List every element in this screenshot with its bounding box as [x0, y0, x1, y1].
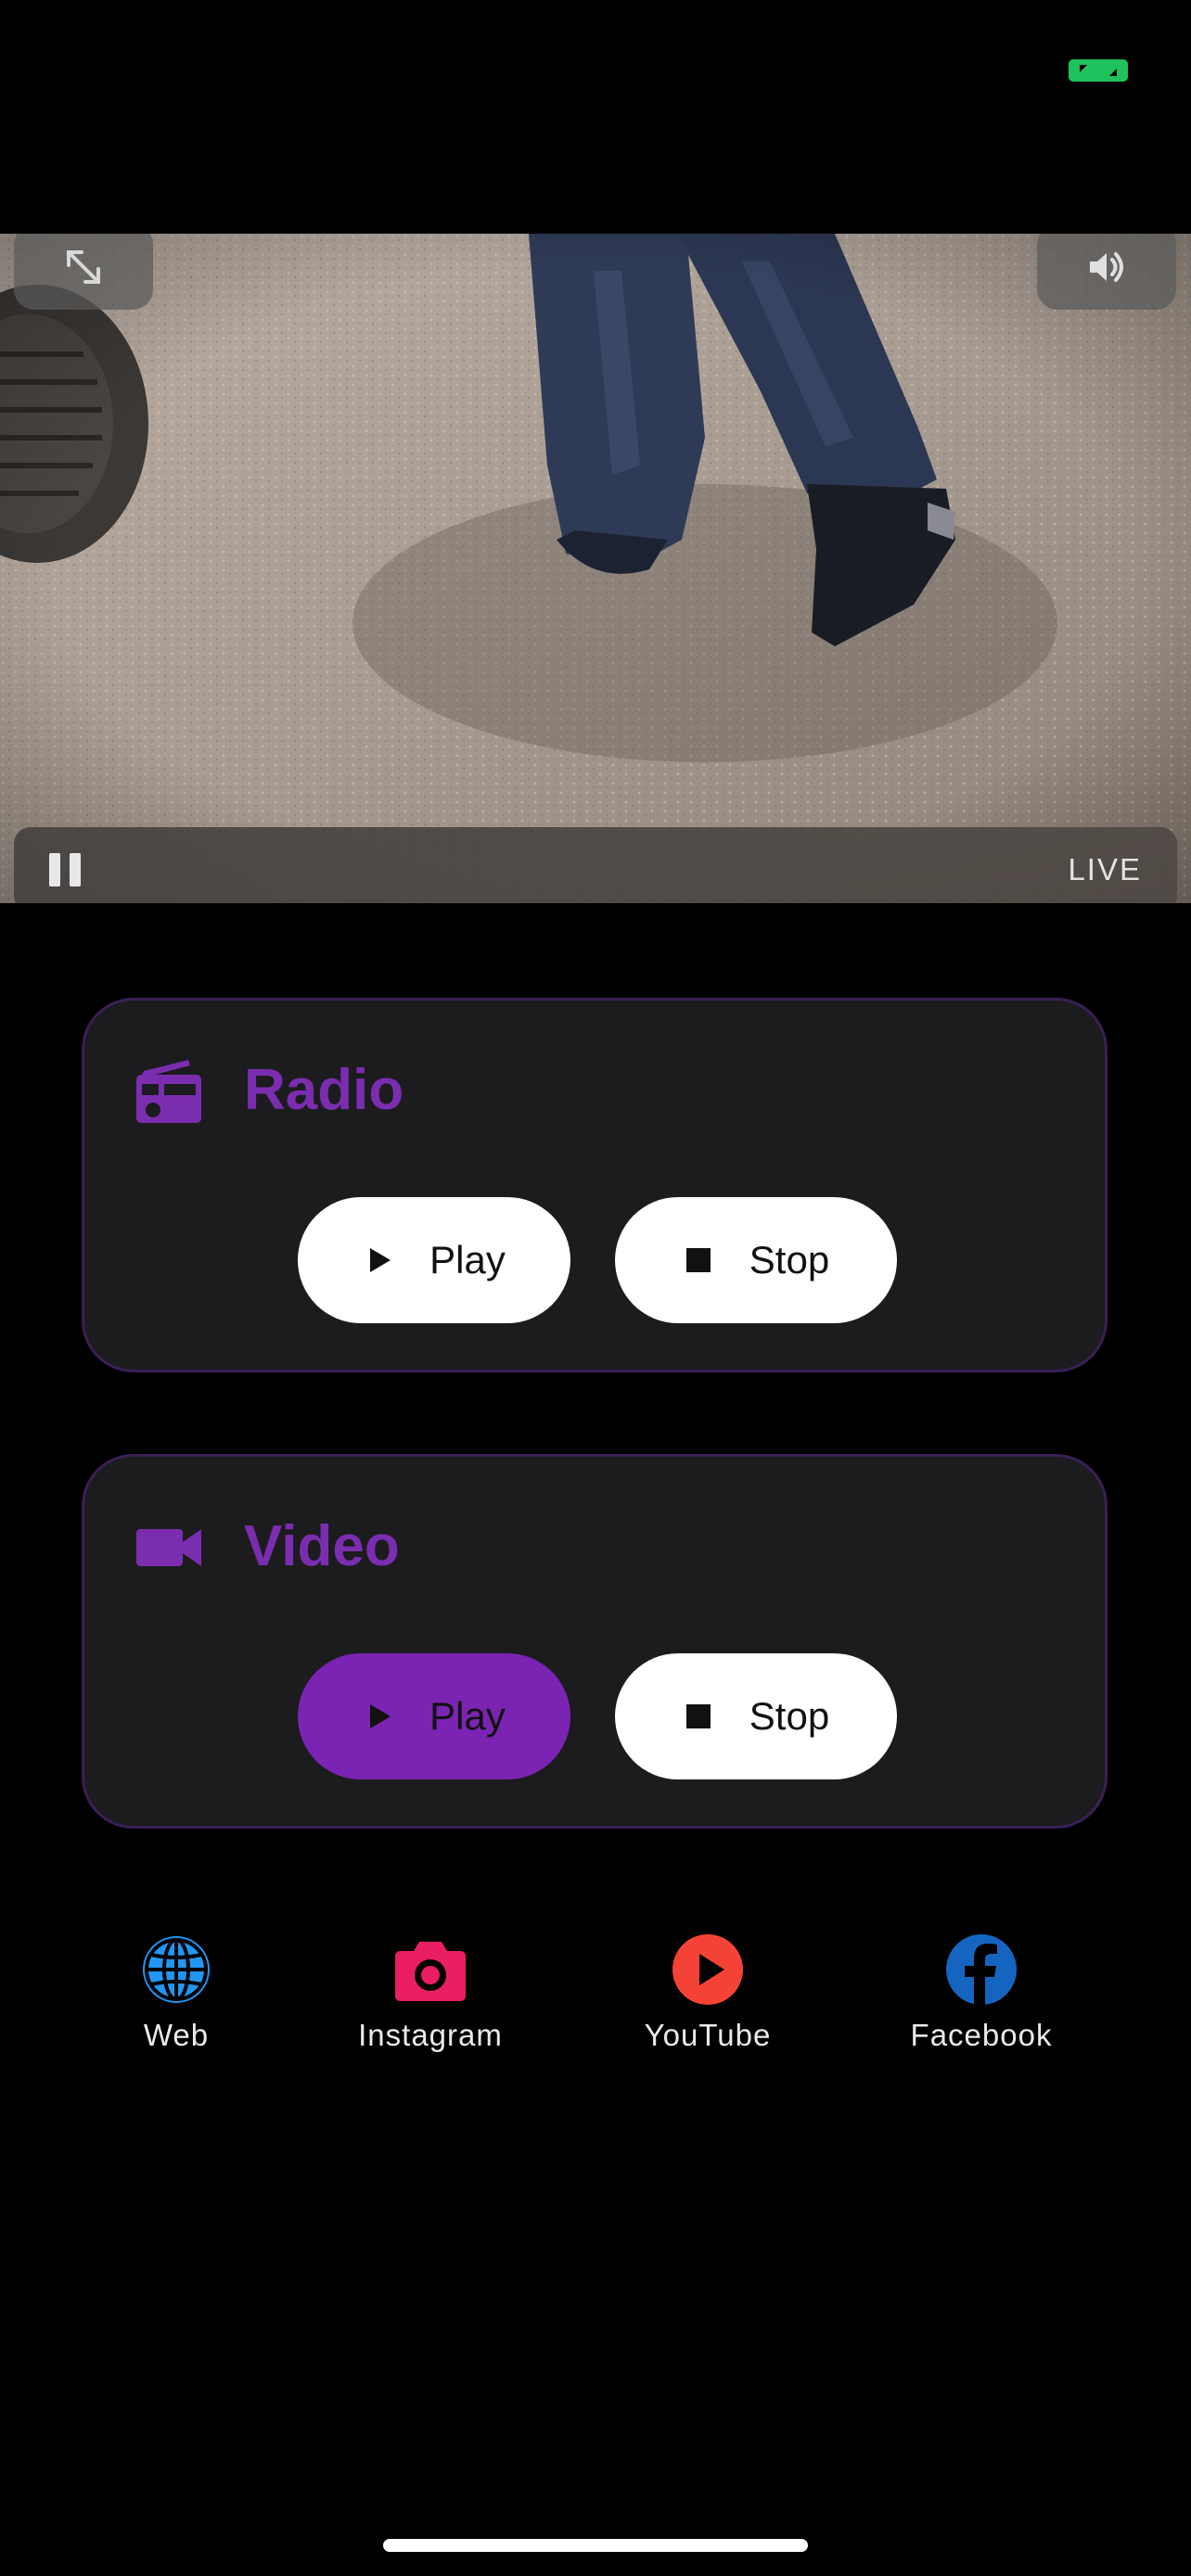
radio-stop-label: Stop	[749, 1238, 830, 1282]
video-play-label: Play	[429, 1694, 506, 1738]
video-player[interactable]: LIVE	[0, 234, 1191, 903]
videocam-icon	[136, 1529, 201, 1566]
radio-stop-button[interactable]: Stop	[615, 1197, 897, 1323]
live-label: LIVE	[1068, 852, 1142, 886]
app-screen: LIVE Radio Play Stop Video Play Stop Web…	[0, 0, 1191, 2576]
video-title: Video	[244, 1514, 400, 1578]
globe-icon	[143, 1936, 210, 2003]
radio-play-label: Play	[429, 1238, 506, 1282]
play-icon	[363, 1701, 394, 1732]
video-play-button[interactable]: Play	[298, 1653, 570, 1779]
social-link-instagram[interactable]: Instagram	[328, 1932, 532, 2053]
pause-icon[interactable]	[45, 849, 86, 890]
youtube-icon	[672, 1934, 743, 2005]
radio-icon	[136, 1060, 201, 1123]
radio-card: Radio Play Stop	[82, 998, 1108, 1372]
play-icon	[363, 1244, 394, 1276]
facebook-icon	[946, 1934, 1017, 2005]
video-frame	[0, 234, 1191, 903]
home-indicator[interactable]	[383, 2539, 808, 2552]
stop-icon	[683, 1701, 714, 1732]
expand-arrows-icon	[67, 250, 100, 284]
fullscreen-button[interactable]	[14, 234, 153, 310]
radio-play-button[interactable]: Play	[298, 1197, 570, 1323]
video-stop-label: Stop	[749, 1694, 830, 1738]
social-label-instagram: Instagram	[358, 2018, 503, 2052]
social-label-youtube: YouTube	[644, 2018, 772, 2052]
social-link-web[interactable]: Web	[74, 1932, 278, 2053]
video-card: Video Play Stop	[82, 1454, 1108, 1829]
social-label-web: Web	[143, 2018, 210, 2052]
social-link-youtube[interactable]: YouTube	[606, 1932, 810, 2053]
stop-icon	[683, 1244, 714, 1276]
video-stop-button[interactable]: Stop	[615, 1653, 897, 1779]
social-link-facebook[interactable]: Facebook	[879, 1932, 1083, 2053]
video-control-bar: LIVE	[14, 827, 1177, 903]
speaker-icon	[1090, 252, 1123, 282]
screen-share-icon	[1069, 59, 1128, 82]
volume-button[interactable]	[1037, 234, 1176, 310]
camera-icon	[395, 1942, 466, 2001]
social-label-facebook: Facebook	[910, 2018, 1053, 2052]
social-links: Web Instagram YouTube Facebook	[0, 1932, 1191, 2062]
radio-title: Radio	[244, 1058, 404, 1122]
